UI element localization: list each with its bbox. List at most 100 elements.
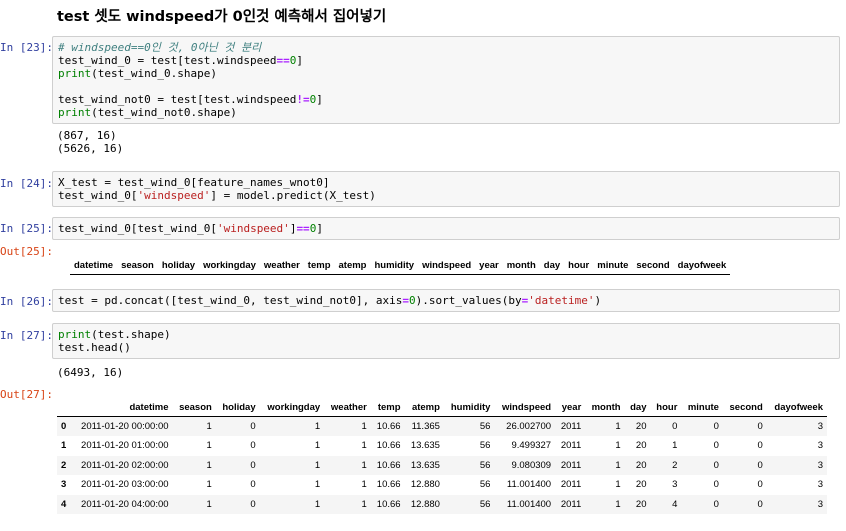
table-cell: 0 — [250, 440, 256, 452]
table-cell: 0 — [250, 421, 256, 432]
table-cell: 56 — [479, 421, 491, 432]
code-token: == — [276, 54, 290, 67]
table-cell: 3 — [817, 440, 823, 452]
code-token: ) — [594, 294, 602, 307]
table-cell: 20 — [635, 440, 647, 452]
out-prompt-27: Out[27]: — [0, 388, 53, 401]
table-cell: 12.880 — [410, 479, 440, 491]
code-line: test.head() — [58, 341, 834, 354]
in-prompt-26: In [26]: — [0, 295, 53, 308]
code-cell-23[interactable]: # windspeed==0인 것, 0아닌 것 분리 test_wind_0 =… — [52, 36, 840, 124]
table-cell: 0 — [757, 479, 763, 491]
table-cell: 2011 — [560, 459, 582, 471]
table-cell: 2011-01-20 03:00:00 — [81, 479, 169, 491]
code-token: 'datetime' — [528, 294, 595, 307]
table-cell: 2 — [672, 459, 678, 471]
column-header-weather: weather — [263, 260, 300, 271]
code-token: X_test = test_wind_0[feature_names_wnot0… — [58, 176, 330, 189]
table-cell: 9.080309 — [511, 459, 552, 471]
table-cell: 20 — [635, 459, 647, 471]
code-line: test_wind_not0 = test[test.windspeed!=0] — [58, 93, 834, 106]
table-cell: 0 — [250, 459, 256, 471]
code-token: ] — [316, 93, 323, 106]
table-cell: 1 — [206, 421, 212, 432]
column-header-month: month — [506, 260, 536, 271]
table-cell: 20 — [635, 498, 647, 510]
column-header-workingday: workingday — [203, 260, 256, 271]
table-cell: 1 — [361, 479, 367, 491]
column-header-second: second — [636, 260, 670, 271]
code-line: print(test_wind_0.shape) — [58, 67, 834, 80]
table-row: 1 2011-01-20 01:00:00 1 0 1 1 10.66 13.635 56 9.4… — [57, 436, 827, 456]
table-cell: 0 — [757, 498, 763, 510]
column-header-month: month — [585, 399, 625, 417]
code-token: 'windspeed' — [137, 189, 211, 202]
row-index: 4 — [61, 498, 67, 510]
table-row: 2 2011-01-20 02:00:00 1 0 1 1 10.66 13.635 56 9.0… — [57, 455, 827, 475]
table-row: 4 2011-01-20 04:00:00 1 0 1 1 10.66 12.880 56 11.… — [57, 494, 827, 514]
table-cell: 20 — [635, 479, 647, 491]
column-header-humidity: humidity — [374, 260, 415, 271]
code-cell-27[interactable]: print(test.shape) test.head() — [52, 323, 840, 359]
output-23: (867, 16) (5626, 16) — [57, 129, 124, 155]
table-cell: 0 — [713, 459, 719, 471]
table-cell: 0 — [250, 498, 256, 510]
table-cell: 0 — [713, 440, 719, 452]
table-cell: 1 — [206, 440, 212, 452]
table-cell: 10.66 — [376, 479, 401, 491]
code-token: 0 — [409, 294, 416, 307]
code-line: test_wind_0 = test[test.windspeed==0] — [58, 54, 834, 67]
column-header-atemp: atemp — [404, 399, 444, 417]
code-line: test_wind_0[test_wind_0['windspeed']==0] — [58, 222, 834, 235]
table-cell: 20 — [635, 421, 647, 432]
code-line: X_test = test_wind_0[feature_names_wnot0… — [58, 176, 834, 189]
table-cell: 0 — [757, 440, 763, 452]
column-header-day: day — [624, 399, 651, 417]
table-cell: 9.499327 — [511, 440, 552, 452]
table-cell: 1 — [361, 498, 367, 510]
empty-dataframe-table: datetime season holiday workingday weather te… — [70, 257, 731, 275]
column-header-season: season — [121, 260, 154, 271]
column-header-datetime: datetime — [71, 399, 173, 417]
code-token: test_wind_0 = test[test.windspeed — [58, 54, 277, 67]
code-line: print(test.shape) — [58, 328, 834, 341]
column-header-holiday: holiday — [215, 399, 260, 417]
table-cell: 26.002700 — [506, 421, 552, 432]
table-cell: 4 — [672, 498, 678, 510]
code-token: # windspeed==0인 것, 0아닌 것 분리 — [58, 41, 262, 54]
table-cell: 1 — [206, 498, 212, 510]
table-cell: 1 — [206, 459, 212, 471]
table-cell: 56 — [479, 459, 491, 471]
column-header-atemp: atemp — [338, 260, 367, 271]
table-cell: 10.66 — [376, 440, 401, 452]
code-token: = — [402, 294, 409, 307]
markdown-heading: test 셋도 windspeed가 0인것 예측해서 집어넣기 — [57, 9, 387, 25]
column-header-hour: hour — [568, 260, 590, 271]
code-token: test.head() — [58, 341, 131, 354]
code-cell-24[interactable]: X_test = test_wind_0[feature_names_wnot0… — [52, 171, 840, 207]
code-token: (test_wind_0.shape) — [91, 67, 217, 80]
table-cell: 2011 — [560, 479, 582, 491]
table-cell: 1 — [206, 479, 212, 491]
column-header-datetime: datetime — [74, 260, 114, 271]
table-cell: 0 — [757, 459, 763, 471]
table-cell: 0 — [672, 421, 678, 432]
table-cell: 2011-01-20 02:00:00 — [81, 459, 169, 471]
in-prompt-25: In [25]: — [0, 222, 53, 235]
table-cell: 56 — [479, 498, 491, 510]
code-token: ] — [296, 54, 304, 67]
table-cell: 10.66 — [376, 459, 401, 471]
column-header-workingday: workingday — [259, 399, 325, 417]
code-token: test_wind_0[test_wind_0[ — [58, 222, 217, 235]
table-cell: 11.365 — [411, 421, 440, 432]
table-cell: 2011 — [560, 440, 582, 452]
code-line: test = pd.concat([test_wind_0, test_wind… — [58, 294, 834, 307]
code-cell-25[interactable]: test_wind_0[test_wind_0['windspeed']==0] — [52, 217, 840, 240]
table-cell: 13.635 — [410, 440, 440, 452]
code-cell-26[interactable]: test = pd.concat([test_wind_0, test_wind… — [52, 289, 840, 312]
column-header-temp: temp — [370, 399, 405, 417]
column-header-humidity: humidity — [443, 399, 495, 417]
table-cell: 2011-01-20 01:00:00 — [81, 440, 169, 452]
in-prompt-27: In [27]: — [0, 329, 53, 342]
